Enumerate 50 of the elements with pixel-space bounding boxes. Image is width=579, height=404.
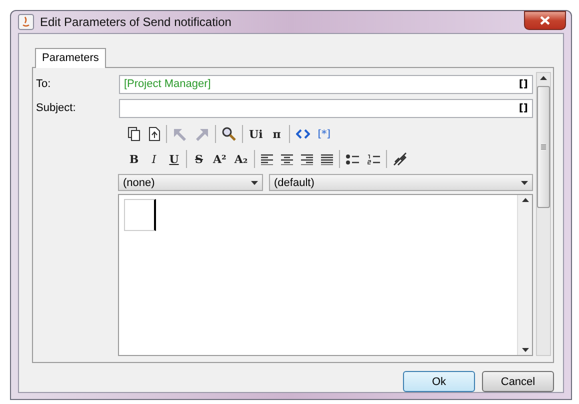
toolbar-button[interactable]	[146, 125, 162, 143]
insert-variable-icon[interactable]: []	[518, 78, 528, 90]
text-field[interactable]: []	[119, 98, 533, 118]
toolbar-button[interactable]: [*]	[316, 125, 333, 143]
copy-icon	[128, 127, 140, 141]
toolbar-button[interactable]: I	[146, 150, 162, 168]
close-button[interactable]	[524, 11, 566, 30]
insert-variable-icon[interactable]: []	[518, 102, 528, 114]
scroll-up-icon[interactable]	[522, 198, 528, 202]
undo-arrow-icon	[173, 128, 187, 140]
table-cell	[124, 199, 156, 231]
toolbar-button[interactable]: A₂	[232, 150, 250, 168]
align-left-icon	[260, 153, 273, 165]
app-icon	[18, 14, 34, 30]
toolbar-button[interactable]: Ui	[247, 125, 265, 143]
scrollbar[interactable]	[536, 72, 551, 356]
scroll-down-icon[interactable]	[522, 348, 528, 352]
toolbar-button[interactable]	[126, 125, 142, 143]
dropdown[interactable]: (none)	[118, 174, 263, 191]
toolbar-button[interactable]: S	[191, 150, 207, 168]
bullet-list-icon	[346, 154, 359, 164]
code-icon	[296, 129, 310, 139]
text-field[interactable]: [Project Manager] []	[119, 74, 533, 94]
align-center-icon	[280, 153, 293, 165]
field-label: To:	[36, 78, 52, 90]
justify-icon	[320, 153, 333, 165]
toolbar-button[interactable]: π	[268, 125, 285, 143]
tab[interactable]: Parameters	[35, 48, 106, 68]
window-title: Edit Parameters of Send notification	[40, 15, 232, 29]
chain-link-icon	[392, 152, 407, 166]
scrollbar-thumb[interactable]	[537, 86, 550, 208]
field-value: [Project Manager]	[124, 78, 211, 90]
dialog-button[interactable]: Cancel	[482, 371, 554, 392]
toolbar-button[interactable]: B	[126, 150, 142, 168]
numbered-list-icon	[366, 154, 380, 164]
dropdown-arrow-icon[interactable]	[521, 180, 528, 184]
scroll-up-icon[interactable]	[540, 76, 547, 80]
dropdown-arrow-icon[interactable]	[251, 180, 258, 184]
toolbar-button[interactable]: A²	[211, 150, 228, 168]
redo-arrow-icon	[195, 128, 209, 140]
dialog-button[interactable]: Ok	[403, 371, 475, 392]
page-icon	[148, 127, 160, 141]
dropdown[interactable]: (default)	[269, 174, 533, 191]
search-icon	[222, 127, 236, 141]
toolbar-button[interactable]	[220, 125, 238, 143]
field-label: Subject:	[36, 102, 77, 114]
align-right-icon	[300, 153, 313, 165]
toolbar-button[interactable]: U	[166, 150, 182, 168]
close-icon	[540, 16, 550, 25]
grip-icon	[541, 144, 546, 150]
